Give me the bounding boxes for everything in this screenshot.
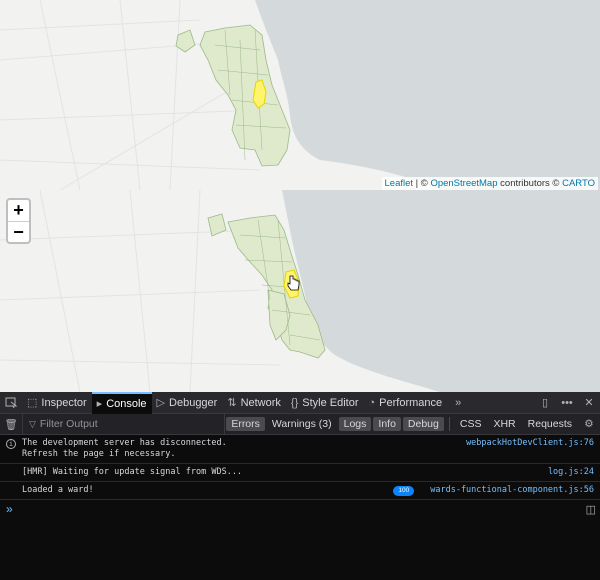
filter-icon: ▽: [29, 418, 36, 429]
console-message: [HMR] Waiting for update signal from WDS…: [0, 464, 600, 482]
performance-icon: ◔: [368, 396, 376, 409]
console-filter-bar: 🗑 ▽ Filter Output Errors Warnings (3) Log…: [0, 413, 600, 435]
attribution-separator: | ©: [413, 178, 431, 189]
tab-network[interactable]: ⇅ Network: [222, 392, 286, 414]
tab-label: Performance: [379, 396, 443, 409]
console-message: Loaded a ward! 100 wards-functional-comp…: [0, 482, 600, 500]
tab-performance[interactable]: ◔ Performance: [364, 392, 448, 414]
map-top-canvas: [0, 0, 600, 190]
tab-console[interactable]: ▸ Console: [91, 391, 152, 414]
console-settings-gear-icon[interactable]: ⚙: [578, 413, 600, 435]
network-icon: ⇅: [227, 397, 237, 409]
filter-warnings-button[interactable]: Warnings (3): [267, 417, 337, 431]
filter-errors-button[interactable]: Errors: [226, 417, 265, 431]
zoom-in-button[interactable]: +: [8, 200, 29, 221]
zoom-out-button[interactable]: −: [8, 221, 29, 242]
tab-label: Console: [106, 397, 147, 410]
devtools-toolbar: ⬚ Inspector ▸ Console ▷ Debugger ⇅ Network {…: [0, 391, 600, 414]
attribution-contributors: contributors ©: [497, 178, 563, 189]
tab-label: Debugger: [169, 396, 218, 409]
filter-xhr-button[interactable]: XHR: [488, 417, 520, 431]
message-text: The development server has disconnected.…: [22, 438, 227, 459]
tab-debugger[interactable]: ▷ Debugger: [152, 392, 223, 414]
tab-label: Network: [240, 396, 281, 409]
carto-link[interactable]: CARTO: [562, 178, 595, 189]
filter-requests-button[interactable]: Requests: [523, 417, 577, 431]
tab-label: Style Editor: [302, 396, 359, 409]
trash-icon[interactable]: 🗑: [0, 413, 22, 435]
more-tabs-chevron-icon[interactable]: »: [447, 392, 469, 414]
console-input[interactable]: » ◫: [0, 500, 600, 518]
map-bottom-canvas: [0, 190, 600, 392]
map-top[interactable]: Leaflet | © OpenStreetMap contributors ©…: [0, 0, 600, 190]
prompt-chevron-icon: »: [6, 502, 13, 516]
filter-output-input[interactable]: ▽ Filter Output: [22, 413, 226, 435]
tab-label: Inspector: [41, 396, 87, 409]
console-icon: ▸: [96, 398, 103, 410]
more-options-icon[interactable]: •••: [556, 392, 578, 414]
filter-logs-button[interactable]: Logs: [338, 417, 372, 431]
repeat-count-badge: 100: [393, 485, 415, 496]
message-text: [HMR] Waiting for update signal from WDS…: [22, 467, 243, 477]
debugger-icon: ▷: [156, 397, 166, 409]
leaflet-link[interactable]: Leaflet: [385, 178, 414, 189]
tab-inspector[interactable]: ⬚ Inspector: [22, 392, 92, 414]
filter-css-button[interactable]: CSS: [455, 417, 487, 431]
filter-separator: [448, 417, 450, 431]
filter-debug-button[interactable]: Debug: [402, 417, 444, 431]
close-icon[interactable]: ✕: [578, 392, 600, 414]
map-attribution: Leaflet | © OpenStreetMap contributors ©…: [381, 177, 598, 190]
inspector-icon: ⬚: [27, 397, 38, 409]
filter-info-button[interactable]: Info: [373, 417, 401, 431]
message-text: Loaded a ward!: [22, 485, 94, 495]
openstreetmap-link[interactable]: OpenStreetMap: [430, 178, 497, 189]
console-message: i The development server has disconnecte…: [0, 435, 600, 464]
style-editor-icon: {}: [290, 396, 299, 409]
devtools-panel: ⬚ Inspector ▸ Console ▷ Debugger ⇅ Network {…: [0, 391, 600, 580]
message-source-link[interactable]: log.js:24: [548, 467, 594, 478]
element-picker-icon[interactable]: [0, 392, 22, 414]
message-source-link[interactable]: wards-functional-component.js:56: [430, 485, 594, 496]
tab-style-editor[interactable]: {} Style Editor: [286, 392, 364, 414]
message-source-link[interactable]: webpackHotDevClient.js:76: [466, 438, 594, 460]
info-icon: i: [6, 439, 16, 449]
filter-placeholder: Filter Output: [39, 418, 98, 430]
dock-side-icon[interactable]: ▯: [534, 392, 556, 414]
map-bottom[interactable]: [0, 190, 600, 392]
zoom-control: + −: [6, 198, 31, 244]
editor-mode-icon[interactable]: ◫: [586, 503, 596, 516]
maps-container: Leaflet | © OpenStreetMap contributors ©…: [0, 0, 600, 392]
